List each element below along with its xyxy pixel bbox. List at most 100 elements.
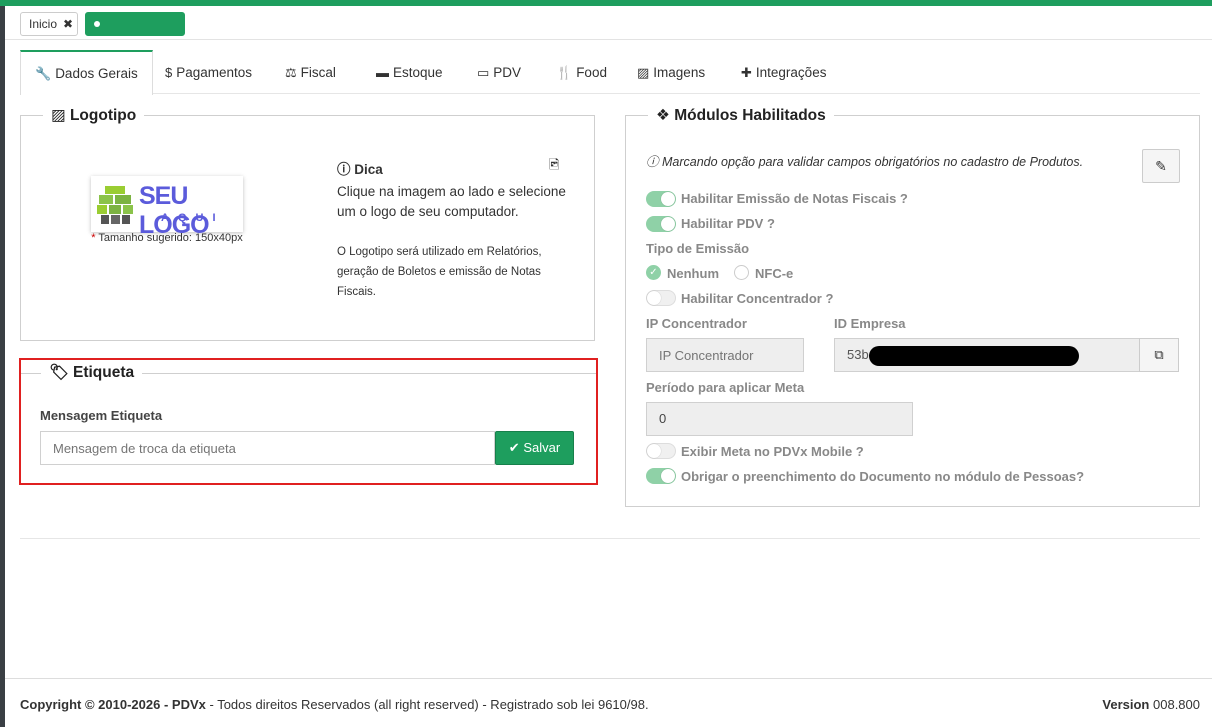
- info-circle-icon: ⓘ: [646, 155, 659, 169]
- periodo-meta-label: Período para aplicar Meta: [646, 380, 805, 395]
- tab-dados-gerais[interactable]: 🔧 Dados Gerais: [20, 50, 153, 95]
- utensils-icon: 🍴: [556, 65, 573, 80]
- documento-pessoas-label: Obrigar o preenchimento do Documento no …: [681, 469, 1085, 484]
- tab-label: Integrações: [755, 65, 827, 80]
- id-empresa-label: ID Empresa: [834, 316, 906, 331]
- etiqueta-highlight-frame: 🏷 Etiqueta Mensagem Etiqueta ✔ Salvar: [19, 358, 598, 485]
- tab-integracoes[interactable]: ✚ Integrações: [741, 50, 826, 94]
- ip-concentrador-label: IP Concentrador: [646, 316, 747, 331]
- tab-label: Estoque: [393, 65, 443, 80]
- radio-nfce[interactable]: [734, 265, 749, 280]
- edit-button[interactable]: ✎: [1142, 149, 1180, 183]
- pencil-icon: ✎: [1155, 158, 1167, 174]
- nfce-label: NFC-e: [755, 266, 794, 281]
- page-tab-parametros[interactable]: Parâmetros ✖: [85, 12, 185, 53]
- tags-icon: 🏷: [49, 364, 69, 381]
- tab-label: Imagens: [653, 65, 706, 80]
- image-icon: ▨: [637, 65, 650, 80]
- required-mark: *: [91, 232, 96, 244]
- puzzle-icon: ✚: [741, 65, 752, 80]
- logotipo-panel: ▨ Logotipo SEU LOGO AQUI * Tamanho suger…: [20, 106, 595, 341]
- etiqueta-legend: 🏷 Etiqueta: [41, 363, 143, 382]
- image-file-icon[interactable]: 🖻: [549, 156, 559, 178]
- tab-label: PDV: [493, 65, 522, 80]
- logo-subtext: AQUI: [161, 212, 225, 224]
- brand-name: PDVx: [171, 697, 206, 712]
- wrench-icon: 🔧: [35, 66, 52, 81]
- monitor-icon: ▭: [477, 65, 490, 80]
- periodo-meta-value: 0: [659, 411, 667, 426]
- dica-title: ⓘ Dica: [337, 158, 383, 178]
- dollar-icon: $: [165, 65, 173, 80]
- modulos-legend: ❖ Módulos Habilitados: [648, 106, 834, 125]
- page-tab-inicio[interactable]: Inicio ✖: [20, 12, 78, 36]
- toggle-concentrador[interactable]: [646, 290, 676, 306]
- notas-fiscais-label: Habilitar Emissão de Notas Fiscais ?: [681, 191, 908, 206]
- dica-note: O Logotipo será utilizado em Relatórios,…: [337, 246, 542, 298]
- logo-image[interactable]: SEU LOGO AQUI: [91, 176, 243, 239]
- radio-nenhum[interactable]: ✓: [646, 265, 661, 280]
- info-circle-icon: ⓘ: [337, 162, 351, 177]
- balance-scale-icon: ⚖: [285, 65, 297, 80]
- settings-tabs: 🔧 Dados Gerais $ Pagamentos ⚖ Fiscal ▬ Estoq…: [20, 50, 1200, 95]
- toggle-pdv[interactable]: [646, 216, 676, 232]
- toggle-documento-pessoas[interactable]: [646, 468, 676, 484]
- check-icon: ✔: [508, 440, 520, 455]
- pdv-label: Habilitar PDV ?: [681, 216, 775, 231]
- tab-food[interactable]: 🍴 Food: [556, 50, 607, 94]
- toggle-meta-mobile[interactable]: [646, 443, 676, 459]
- periodo-meta-input[interactable]: 0: [646, 402, 913, 436]
- size-hint-text: Tamanho sugerido: 150x40px: [98, 232, 243, 244]
- redaction-bar: [869, 346, 1079, 366]
- dica-text: Clique na imagem ao lado e selecione um …: [337, 184, 566, 219]
- image-icon: ▨: [51, 107, 66, 124]
- page-tab-label: Inicio: [29, 17, 58, 31]
- version-info: Version 008.800: [1102, 697, 1200, 712]
- mensagem-etiqueta-label: Mensagem Etiqueta: [40, 408, 163, 423]
- tipo-emissao-label: Tipo de Emissão: [646, 241, 750, 256]
- close-icon[interactable]: ✖: [63, 17, 73, 31]
- mensagem-etiqueta-input[interactable]: [40, 431, 495, 465]
- copyright-suffix: - Todos direitos Reservados (all right r…: [205, 697, 649, 712]
- modulos-panel: ❖ Módulos Habilitados ⓘ Marcando opção p…: [625, 106, 1200, 507]
- tab-label: Food: [576, 65, 607, 80]
- dica-title-text: Dica: [354, 162, 383, 177]
- copy-button[interactable]: ⧉: [1139, 338, 1179, 372]
- sidebar-edge: [0, 6, 5, 727]
- meta-mobile-label: Exibir Meta no PDVx Mobile ?: [681, 444, 864, 459]
- toggle-notas-fiscais[interactable]: [646, 191, 676, 207]
- panel-title: Logotipo: [69, 107, 137, 124]
- tab-fiscal[interactable]: ⚖ Fiscal: [285, 50, 336, 94]
- tab-label: Pagamentos: [176, 65, 253, 80]
- version-label: Version: [1102, 697, 1150, 712]
- concentrador-label: Habilitar Concentrador ?: [681, 291, 834, 306]
- copyright-text: Copyright © 2010-2026 - PDVx - Todos dir…: [20, 697, 649, 712]
- tab-label: Dados Gerais: [55, 66, 138, 81]
- logo-cubes-icon: [97, 186, 133, 224]
- save-button[interactable]: ✔ Salvar: [495, 431, 574, 465]
- copyright-prefix: Copyright © 2010-2026 -: [20, 697, 172, 712]
- id-empresa-field: 53b: [834, 338, 1140, 372]
- archive-icon: ▬: [376, 65, 389, 80]
- active-dot-icon: [94, 21, 100, 27]
- content-divider: [20, 538, 1200, 539]
- copy-icon: ⧉: [1154, 347, 1164, 362]
- tab-pdv[interactable]: ▭ PDV: [477, 50, 521, 94]
- modulos-info: ⓘ Marcando opção para validar campos obr…: [646, 151, 1083, 170]
- page-tabs-bar: Inicio ✖ Parâmetros ✖: [5, 6, 1212, 53]
- save-label: Salvar: [523, 440, 561, 455]
- tab-label: Fiscal: [300, 65, 336, 80]
- ip-concentrador-input[interactable]: [646, 338, 804, 372]
- tab-estoque[interactable]: ▬ Estoque: [376, 50, 443, 94]
- tab-imagens[interactable]: ▨ Imagens: [637, 50, 705, 94]
- id-empresa-value: 53b: [847, 347, 869, 362]
- nenhum-label: Nenhum: [667, 266, 719, 281]
- version-value: 008.800: [1153, 697, 1200, 712]
- panel-title: Etiqueta: [73, 364, 135, 381]
- logotipo-legend: ▨ Logotipo: [43, 106, 145, 125]
- info-text: Marcando opção para validar campos obrig…: [662, 155, 1084, 169]
- logo-size-hint: * Tamanho sugerido: 150x40px: [91, 232, 243, 244]
- panel-title: Módulos Habilitados: [674, 107, 826, 124]
- cubes-icon: ❖: [656, 107, 670, 124]
- tab-pagamentos[interactable]: $ Pagamentos: [165, 50, 252, 94]
